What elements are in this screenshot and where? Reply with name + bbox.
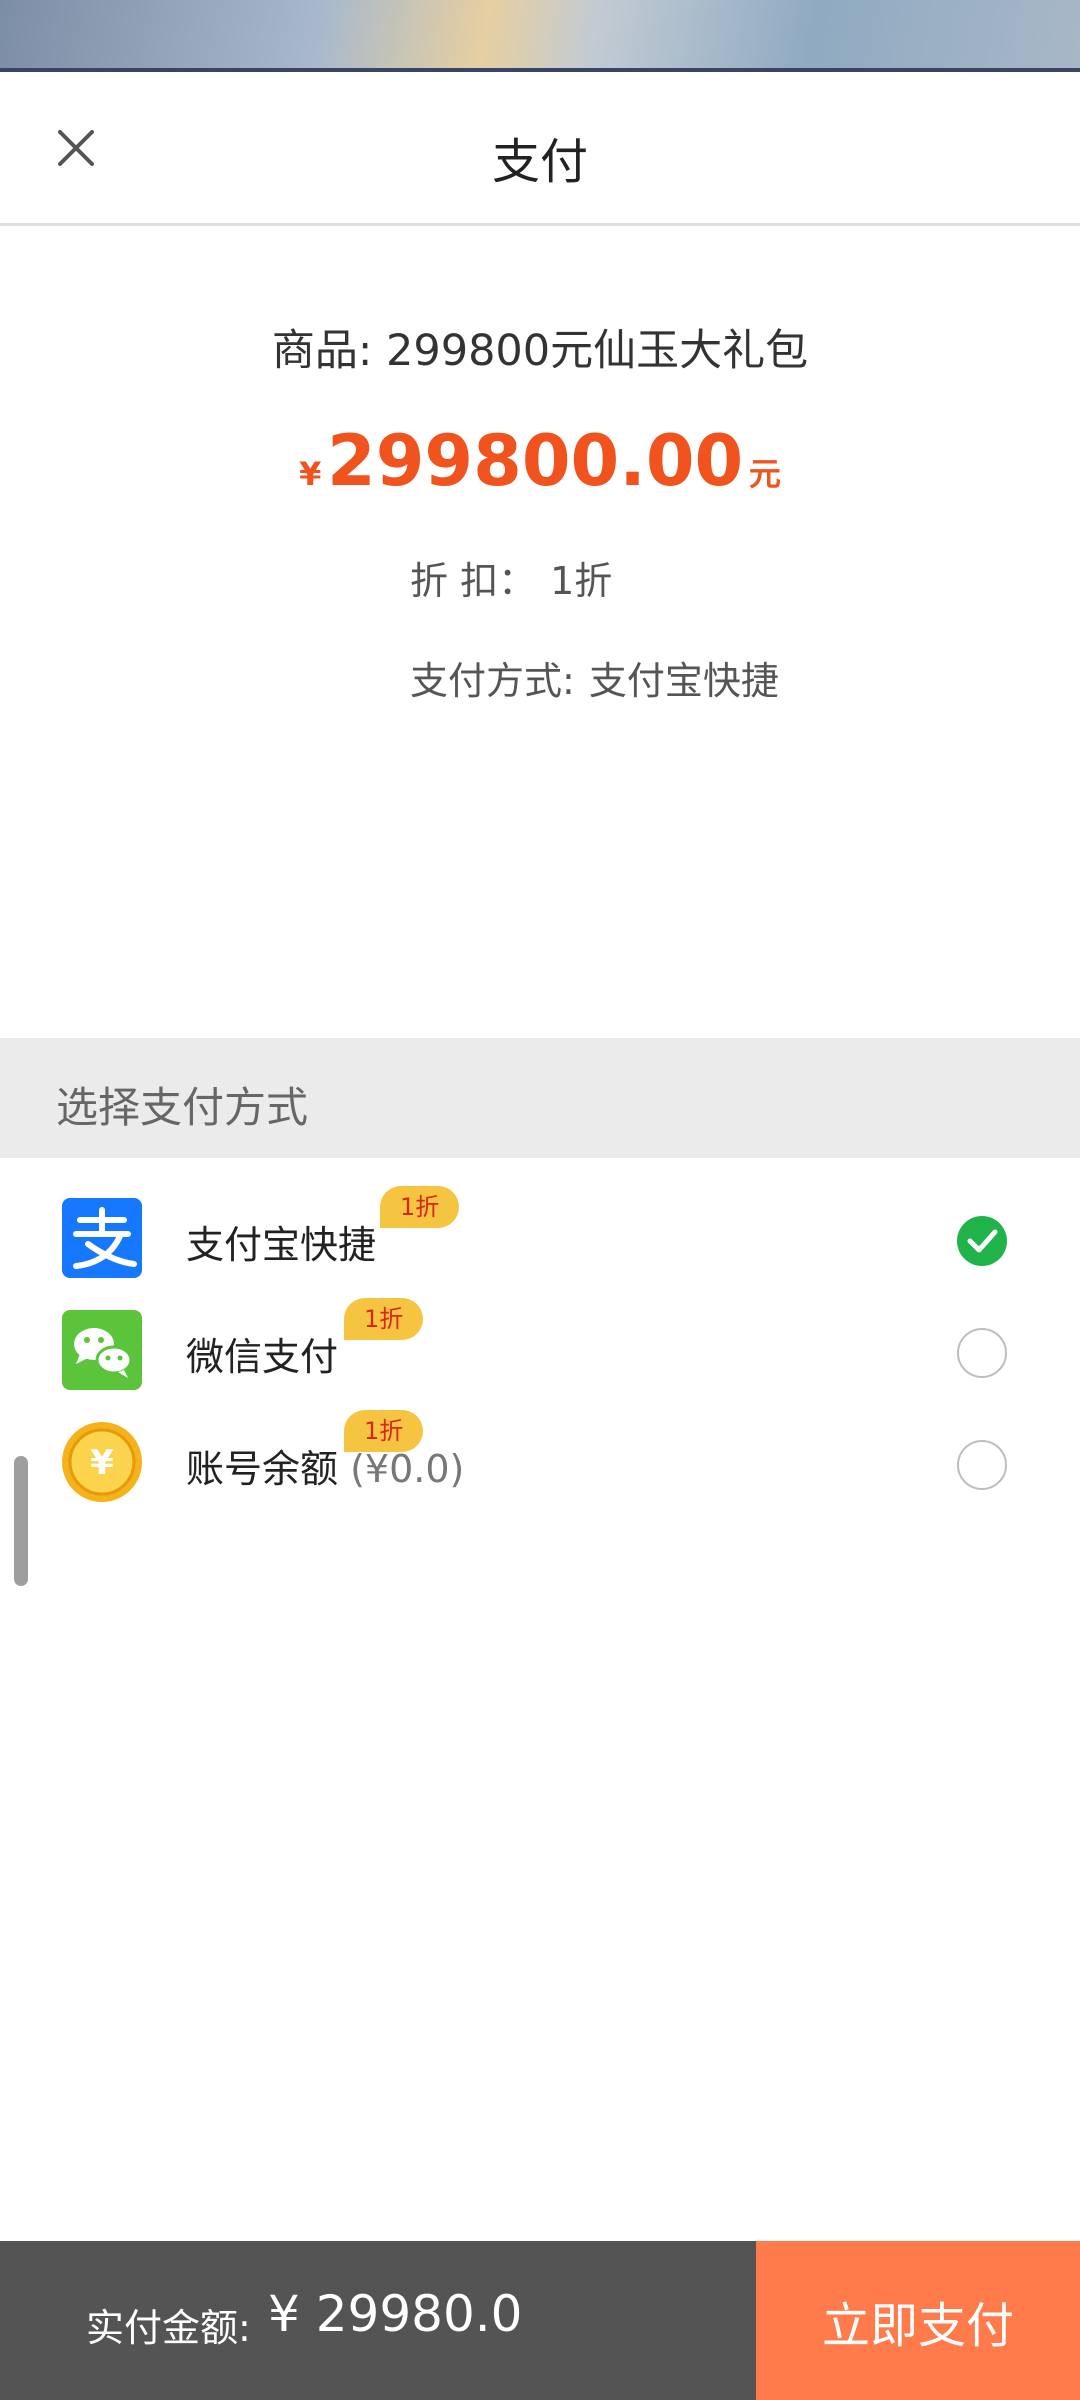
alipay-icon (62, 1198, 142, 1278)
balance-amount: (¥0.0) (350, 1447, 465, 1491)
radio-unchecked[interactable] (957, 1328, 1007, 1378)
price-amount: 299800.00 (327, 420, 744, 502)
discount-row: 折 扣： 1折 (410, 550, 612, 605)
payment-page: 支付 商品: 299800元仙玉大礼包 ¥ 299800.00 元 折 扣： 1折… (0, 0, 1080, 2400)
wechat-icon (62, 1310, 142, 1390)
check-icon (967, 1229, 998, 1253)
discount-badge: 1折 (380, 1186, 460, 1228)
payment-option-balance[interactable]: ¥ 账号余额 (¥0.0) 1折 (0, 1410, 1080, 1522)
bottom-bar: 实付金额: ¥ 29980.0 立即支付 (0, 2241, 1080, 2400)
payment-option-label: 账号余额 (¥0.0) (186, 1447, 465, 1491)
payment-option-alipay[interactable]: 支付宝快捷 1折 (0, 1186, 1080, 1298)
total-label: 实付金额: (86, 2306, 251, 2350)
product-name: 商品: 299800元仙玉大礼包 (271, 326, 809, 376)
price-currency: ¥ (299, 455, 322, 493)
scrollbar[interactable] (14, 1456, 28, 1586)
header: 支付 (0, 76, 1080, 226)
coin-icon: ¥ (62, 1422, 142, 1502)
method-value: 支付宝快捷 (588, 659, 779, 703)
svg-text:¥: ¥ (90, 1443, 114, 1483)
payment-option-label: 微信支付 (186, 1335, 339, 1379)
discount-badge: 1折 (344, 1298, 424, 1340)
radio-checked[interactable] (957, 1216, 1007, 1266)
section-title: 选择支付方式 (56, 1083, 309, 1132)
discount-value: 1折 (550, 559, 613, 603)
payment-option-label: 支付宝快捷 (186, 1223, 377, 1267)
method-label: 支付方式: (410, 659, 575, 703)
discount-label: 折 扣： (410, 559, 537, 603)
page-title: 支付 (491, 134, 588, 190)
radio-unchecked[interactable] (957, 1440, 1007, 1490)
game-background (0, 0, 1080, 72)
price-unit: 元 (748, 455, 781, 493)
payment-option-wechat[interactable]: 微信支付 1折 (0, 1298, 1080, 1410)
total-value: ¥ 29980.0 (268, 2285, 523, 2343)
price: ¥ 299800.00 元 (0, 420, 1080, 502)
discount-badge: 1折 (344, 1410, 424, 1452)
method-row: 支付方式: 支付宝快捷 (410, 650, 779, 705)
section-header: 选择支付方式 (0, 1038, 1080, 1158)
pay-now-button[interactable]: 立即支付 (756, 2241, 1080, 2400)
